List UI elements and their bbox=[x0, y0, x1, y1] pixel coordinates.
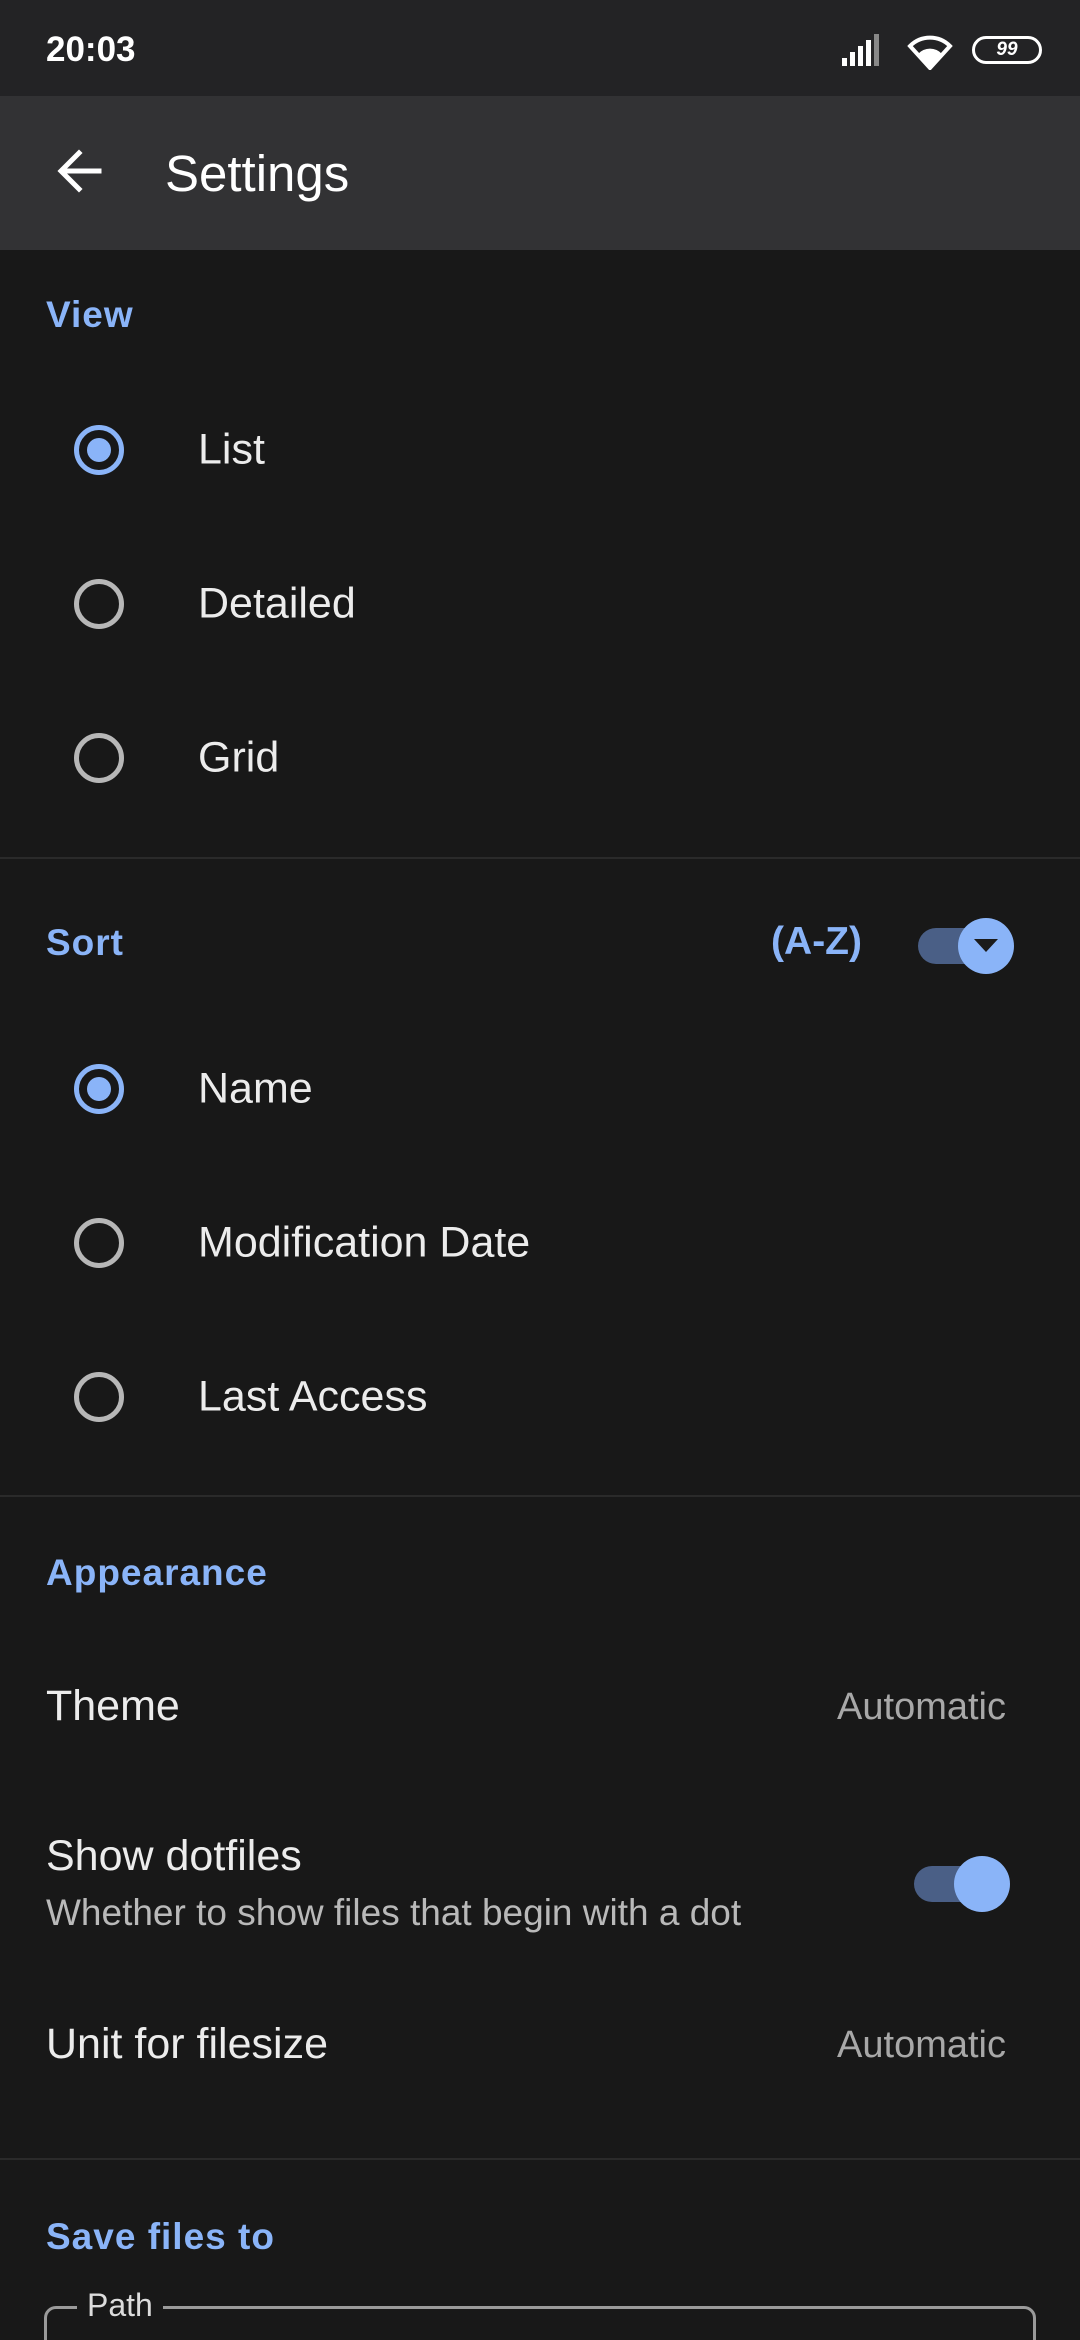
sort-option-last-access[interactable]: Last Access bbox=[0, 1322, 1080, 1472]
sort-option-label: Name bbox=[198, 1064, 313, 1113]
filesize-unit-preference[interactable]: Unit for filesize Automatic bbox=[0, 1990, 1080, 2130]
caret-down-icon bbox=[974, 939, 998, 952]
divider bbox=[0, 857, 1080, 859]
radio-unchecked-icon bbox=[74, 733, 124, 783]
view-option-label: Detailed bbox=[198, 579, 356, 628]
show-dotfiles-toggle[interactable] bbox=[910, 1856, 1010, 1912]
arrow-left-icon bbox=[57, 149, 102, 193]
radio-unchecked-icon bbox=[74, 1372, 124, 1422]
section-header-view: View bbox=[46, 294, 134, 335]
battery-level: 99 bbox=[996, 39, 1018, 60]
divider bbox=[0, 1495, 1080, 1497]
status-bar: 20:03 99 bbox=[0, 0, 1080, 96]
filesize-unit-title: Unit for filesize bbox=[46, 2020, 328, 2068]
back-button[interactable] bbox=[34, 126, 124, 216]
sort-option-label: Last Access bbox=[198, 1372, 428, 1421]
view-option-grid[interactable]: Grid bbox=[0, 683, 1080, 833]
filesize-unit-value: Automatic bbox=[837, 2024, 1006, 2066]
section-header-sort: Sort bbox=[46, 922, 124, 963]
sort-order-label: (A-Z) bbox=[771, 920, 862, 963]
view-option-label: Grid bbox=[198, 733, 280, 782]
section-header-save-files: Save files to bbox=[46, 2216, 275, 2257]
toggle-thumb bbox=[958, 918, 1014, 974]
sort-option-modification-date[interactable]: Modification Date bbox=[0, 1168, 1080, 1318]
path-field[interactable]: Path bbox=[44, 2287, 1036, 2340]
view-option-detailed[interactable]: Detailed bbox=[0, 529, 1080, 679]
toggle-thumb bbox=[954, 1856, 1010, 1912]
path-field-label: Path bbox=[77, 2287, 163, 2324]
battery-icon: 99 bbox=[972, 36, 1042, 64]
sort-order-toggle[interactable] bbox=[914, 918, 1014, 974]
section-header-appearance: Appearance bbox=[46, 1552, 268, 1593]
divider bbox=[0, 2158, 1080, 2160]
theme-preference[interactable]: Theme Automatic bbox=[0, 1640, 1080, 1780]
radio-checked-icon bbox=[74, 425, 124, 475]
status-time: 20:03 bbox=[46, 30, 136, 69]
view-option-label: List bbox=[198, 425, 265, 474]
view-option-list[interactable]: List bbox=[0, 375, 1080, 525]
show-dotfiles-title: Show dotfiles bbox=[46, 1832, 302, 1880]
sort-option-label: Modification Date bbox=[198, 1218, 531, 1267]
show-dotfiles-preference[interactable]: Show dotfiles Whether to show files that… bbox=[0, 1780, 1080, 1960]
radio-checked-icon bbox=[74, 1064, 124, 1114]
page-title: Settings bbox=[165, 145, 350, 202]
theme-title: Theme bbox=[46, 1682, 180, 1730]
theme-value: Automatic bbox=[837, 1686, 1006, 1728]
radio-unchecked-icon bbox=[74, 1218, 124, 1268]
sort-option-name[interactable]: Name bbox=[0, 1014, 1080, 1164]
app-bar: Settings bbox=[0, 96, 1080, 250]
radio-unchecked-icon bbox=[74, 579, 124, 629]
signal-icon bbox=[842, 34, 879, 66]
show-dotfiles-summary: Whether to show files that begin with a … bbox=[46, 1892, 742, 1933]
wifi-icon bbox=[907, 35, 953, 70]
